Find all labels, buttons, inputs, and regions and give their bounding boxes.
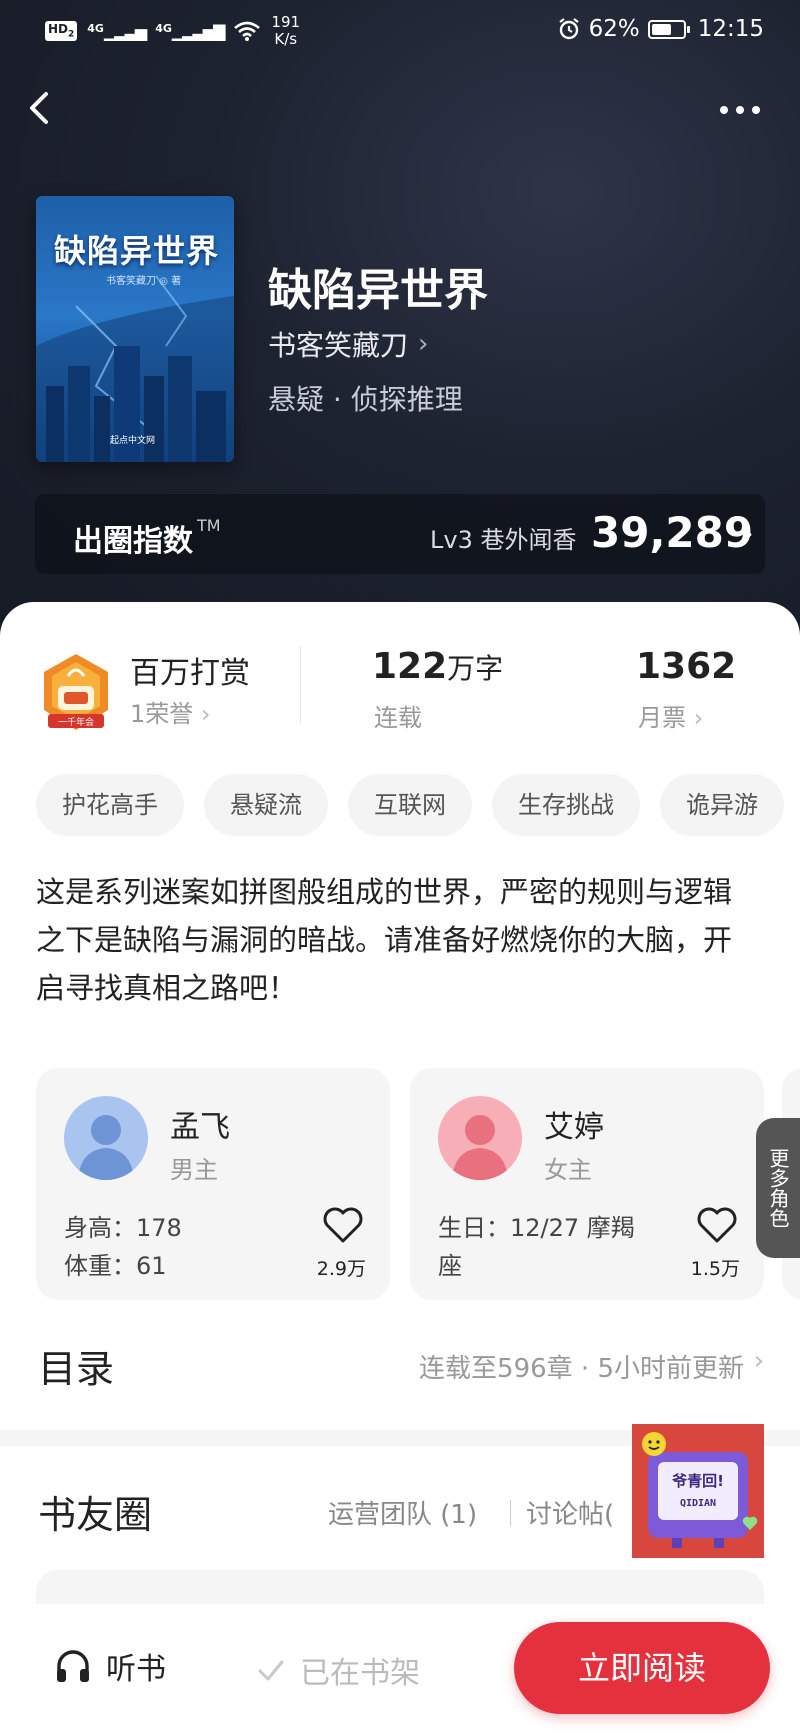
reward-title: 百万打赏 bbox=[130, 656, 250, 691]
character-role: 男主 bbox=[170, 1156, 218, 1184]
tag-chip[interactable]: 诡异游 bbox=[660, 774, 784, 836]
divider bbox=[300, 646, 301, 724]
wifi-icon bbox=[234, 21, 261, 41]
character-card[interactable]: 艾婷 女主 生日：12/27 摩羯 座 1.5万 bbox=[410, 1068, 764, 1300]
community-title: 书友圈 bbox=[38, 1493, 153, 1537]
book-title: 缺陷异世界 bbox=[268, 265, 488, 316]
character-card[interactable]: 孟飞 男主 身高：178 体重：61 2.9万 bbox=[36, 1068, 390, 1300]
character-detail: 身高：178 bbox=[64, 1214, 182, 1242]
chevron-right-icon: › bbox=[741, 514, 754, 552]
monthly-tickets: 1362 bbox=[636, 646, 737, 687]
listen-label: 听书 bbox=[106, 1652, 166, 1687]
toc-title: 目录 bbox=[38, 1347, 115, 1391]
book-cover[interactable]: 缺陷异世界 书客笑藏刀 ◎ 著 起点中文网 bbox=[36, 196, 234, 462]
headphones-icon bbox=[57, 1650, 89, 1682]
like-count: 1.5万 bbox=[690, 1258, 740, 1280]
chevron-right-icon: › bbox=[693, 704, 704, 732]
reward-badge-icon: 一千年会 bbox=[44, 654, 108, 730]
tag-chip[interactable]: 护花高手 bbox=[36, 774, 184, 836]
battery-icon bbox=[647, 19, 690, 39]
check-icon bbox=[258, 1660, 284, 1681]
svg-text:一千年会: 一千年会 bbox=[58, 716, 94, 728]
book-description: 这是系列迷案如拼图般组成的世界，严密的规则与逻辑之下是缺陷与漏洞的暗战。请准备好… bbox=[36, 875, 733, 1005]
like-count: 2.9万 bbox=[316, 1258, 366, 1280]
shelf-label: 已在书架 bbox=[300, 1656, 420, 1691]
monthly-tickets-link[interactable]: 月票 › bbox=[638, 698, 703, 733]
ops-team-tab[interactable]: 运营团队 (1) bbox=[328, 1494, 477, 1531]
index-score: 39,289 bbox=[591, 508, 754, 557]
cover-author: 书客笑藏刀 ◎ 著 bbox=[106, 276, 182, 287]
author-link[interactable]: 书客笑藏刀 › bbox=[268, 324, 428, 364]
chevron-right-icon: › bbox=[418, 329, 429, 359]
battery-percent: 62% bbox=[588, 16, 640, 42]
popularity-index-bar[interactable]: 出圈指数 TM Lv3 巷外闻香 39,289 › bbox=[35, 494, 765, 574]
divider bbox=[510, 1500, 511, 1526]
book-header: HD2 4G▁▂▃▅ 4G▁▂▃▅▇ 191 K/s 62% 12:15 缺陷异… bbox=[0, 0, 800, 640]
status-bar: HD2 4G▁▂▃▅ 4G▁▂▃▅▇ 191 K/s 62% 12:15 bbox=[0, 0, 800, 60]
index-level: Lv3 巷外闻香 bbox=[430, 526, 577, 554]
hd-indicator: HD2 bbox=[45, 21, 78, 41]
tag-chip[interactable]: 互联网 bbox=[348, 774, 472, 836]
avatar bbox=[438, 1096, 522, 1180]
svg-text:QIDIAN: QIDIAN bbox=[680, 1498, 716, 1509]
index-label: 出圈指数 TM bbox=[73, 516, 221, 559]
bottom-action-bar: 听书 已在书架 立即阅读 bbox=[0, 1604, 800, 1734]
more-options-icon[interactable] bbox=[720, 95, 770, 125]
svg-text:爷青回!: 爷青回! bbox=[672, 1472, 724, 1490]
toc-update-info: 连载至596章 · 5小时前更新 bbox=[419, 1354, 744, 1384]
character-role: 女主 bbox=[544, 1156, 592, 1184]
cover-title: 缺陷异世界 bbox=[54, 232, 220, 270]
serial-status: 连载 bbox=[374, 704, 422, 732]
author-name: 书客笑藏刀 bbox=[268, 329, 409, 362]
cover-publisher: 起点中文网 bbox=[110, 436, 156, 446]
chevron-right-icon: › bbox=[753, 1346, 764, 1376]
stats-row: 一千年会 百万打赏 1荣誉 › 122万字 连载 1362 月票 › bbox=[0, 636, 800, 746]
on-shelf-status: 已在书架 bbox=[256, 1648, 420, 1692]
signal-icon: 4G▁▂▃▅▇ bbox=[155, 21, 225, 41]
book-genre: 悬疑 · 侦探推理 bbox=[268, 383, 463, 416]
word-count: 122万字 bbox=[372, 646, 504, 687]
tag-chip[interactable]: 悬疑流 bbox=[204, 774, 328, 836]
alarm-icon bbox=[558, 18, 579, 40]
more-roles-tab[interactable]: 更多角色 bbox=[756, 1118, 800, 1258]
listen-button[interactable]: 听书 bbox=[54, 1644, 166, 1688]
avatar bbox=[64, 1096, 148, 1180]
character-detail: 体重：61 bbox=[64, 1252, 167, 1280]
tag-chip[interactable]: 生存挑战 bbox=[492, 774, 640, 836]
clock: 12:15 bbox=[697, 16, 764, 42]
back-icon[interactable] bbox=[22, 88, 62, 128]
heart-icon[interactable] bbox=[696, 1206, 738, 1244]
signal-icon: 4G▁▂▃▅ bbox=[87, 21, 147, 41]
read-now-button[interactable]: 立即阅读 bbox=[514, 1622, 770, 1714]
discussion-tab[interactable]: 讨论帖( bbox=[526, 1494, 614, 1531]
tag-list: 护花高手 悬疑流 互联网 生存挑战 诡异游 bbox=[36, 774, 800, 838]
chevron-right-icon: › bbox=[200, 700, 211, 728]
heart-icon[interactable] bbox=[322, 1206, 364, 1244]
table-of-contents[interactable]: 目录 连载至596章 · 5小时前更新 › bbox=[0, 1316, 800, 1412]
honor-link[interactable]: 1荣誉 › bbox=[130, 694, 211, 729]
character-name: 艾婷 bbox=[544, 1110, 604, 1145]
promo-sticker[interactable]: 爷青回! QIDIAN bbox=[632, 1424, 764, 1558]
character-name: 孟飞 bbox=[170, 1110, 230, 1145]
network-speed: 191 K/s bbox=[271, 13, 301, 48]
character-detail: 生日：12/27 摩羯 bbox=[438, 1214, 635, 1242]
character-detail: 座 bbox=[438, 1252, 462, 1280]
